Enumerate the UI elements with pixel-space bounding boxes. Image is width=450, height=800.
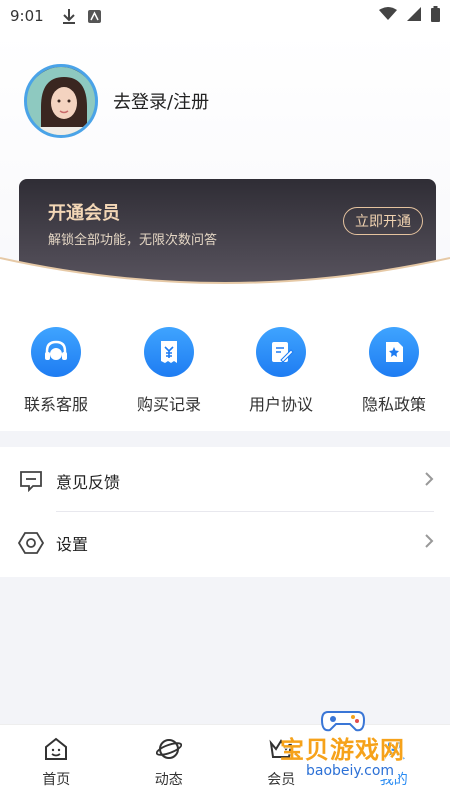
tab-feed[interactable]: 动态 (113, 725, 226, 800)
status-bar: 9:01 (0, 0, 450, 32)
shortcut-label: 隐私政策 (361, 395, 426, 414)
agreement-icon (256, 327, 306, 377)
shortcut-user-agreement[interactable]: 用户协议 (231, 327, 331, 415)
shortcut-privacy-policy[interactable]: 隐私政策 (344, 327, 444, 415)
menu-divider (56, 511, 434, 512)
tab-label: 首页 (42, 772, 71, 788)
menu-label: 设置 (56, 535, 89, 554)
menu-label: 意见反馈 (56, 473, 121, 492)
vip-curve-decoration (0, 257, 450, 288)
menu-item-settings[interactable]: 设置 (0, 513, 450, 573)
settings-icon (18, 530, 44, 556)
shortcut-label: 购买记录 (136, 395, 201, 414)
chevron-right-icon (424, 471, 434, 491)
headset-icon (31, 327, 81, 377)
chevron-right-icon (424, 533, 434, 553)
watermark-name: 宝贝游戏网 (280, 736, 405, 764)
privacy-icon (369, 327, 419, 377)
shortcut-label: 联系客服 (23, 395, 88, 414)
shortcut-grid: 联系客服 购买记录 用户协议 隐私政策 (0, 287, 450, 431)
battery-icon (431, 6, 440, 26)
vip-title: 开通会员 (48, 203, 120, 224)
shortcut-label: 用户协议 (248, 395, 313, 414)
receipt-icon (144, 327, 194, 377)
watermark-url: baobeiy.com (302, 763, 399, 779)
download-icon (62, 8, 76, 24)
app-notification-icon (87, 9, 101, 23)
wifi-icon (379, 7, 397, 25)
watermark-logo: 宝贝游戏网 baobeiy.com (270, 700, 440, 790)
signal-icon (407, 7, 421, 25)
status-time: 9:01 (10, 7, 44, 25)
home-icon (43, 737, 69, 765)
tab-home[interactable]: 首页 (0, 725, 113, 800)
avatar[interactable] (24, 64, 98, 138)
menu-item-feedback[interactable]: 意见反馈 (0, 451, 450, 511)
feedback-icon (18, 468, 44, 494)
tab-label: 动态 (154, 772, 183, 788)
shortcut-purchase-records[interactable]: 购买记录 (119, 327, 219, 415)
planet-icon (155, 737, 182, 765)
settings-menu: 意见反馈 设置 (0, 447, 450, 577)
shortcut-contact-service[interactable]: 联系客服 (6, 327, 106, 415)
login-register-link[interactable]: 去登录/注册 (113, 88, 209, 114)
